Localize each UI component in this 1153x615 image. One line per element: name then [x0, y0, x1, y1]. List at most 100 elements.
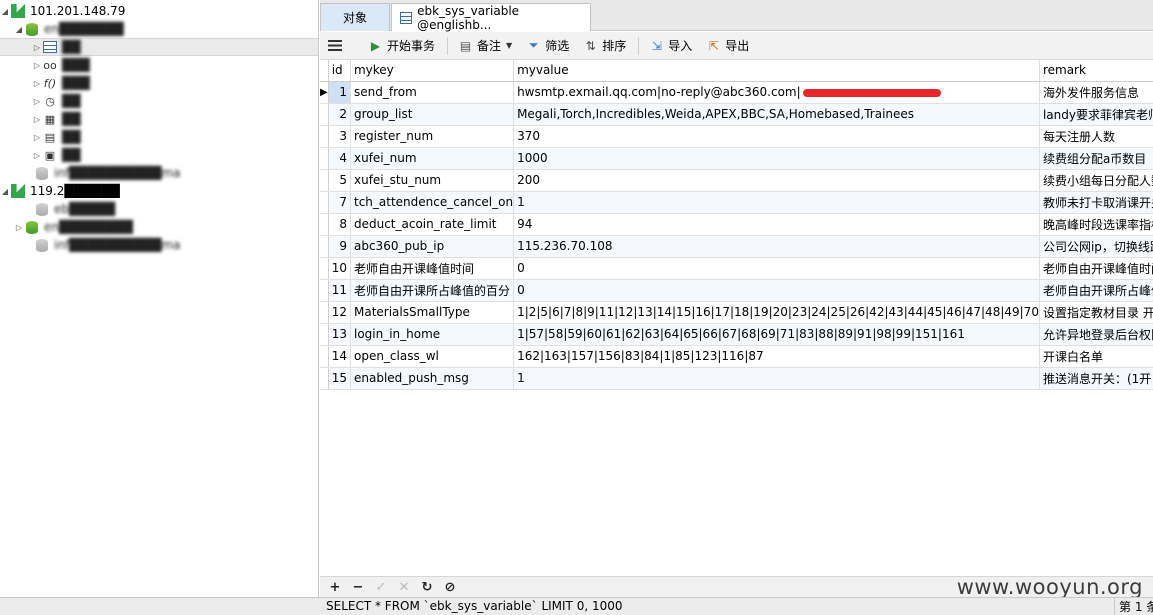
table-row[interactable]: 2 group_list Megali,Torch,Incredibles,Weid…: [320, 103, 1153, 126]
tree-connection-1[interactable]: ◢ 101.201.148.79: [0, 2, 318, 20]
tree-database-2[interactable]: eb█████: [0, 200, 318, 218]
add-record-button[interactable]: +: [326, 579, 344, 595]
tree-database-3[interactable]: ▷ en████████: [0, 218, 318, 236]
cell-remark[interactable]: landy要求菲律宾老师的组名: [1039, 103, 1153, 126]
table-row[interactable]: 14 open_class_wl 162|163|157|156|83|84|1|8…: [320, 345, 1153, 368]
cell-remark[interactable]: 每天注册人数: [1039, 125, 1153, 148]
cell-mykey[interactable]: MaterialsSmallType: [350, 301, 515, 324]
cell-id[interactable]: 12: [328, 301, 351, 324]
cell-id[interactable]: 15: [328, 367, 351, 390]
tab-table-editor[interactable]: ebk_sys_variable @englishb...: [391, 3, 591, 32]
table-row[interactable]: 13 login_in_home 1|57|58|59|60|61|62|63|64…: [320, 323, 1153, 346]
row-selector[interactable]: [320, 147, 329, 170]
tab-objects[interactable]: 对象: [320, 3, 390, 31]
cell-mykey[interactable]: xufei_num: [350, 147, 515, 170]
collapse-arrow-icon[interactable]: ◢: [14, 25, 24, 34]
cell-remark[interactable]: 设置指定教材目录 开放学生: [1039, 301, 1153, 324]
table-row[interactable]: 15 enabled_push_msg 1 推送消息开关：(1开 0关): [320, 367, 1153, 390]
tree-information-schema-2[interactable]: inf██████████ma: [0, 236, 318, 254]
cell-myvalue[interactable]: 1000: [513, 147, 1040, 170]
cell-mykey[interactable]: deduct_acoin_rate_limit: [350, 213, 515, 236]
row-selector[interactable]: [320, 301, 329, 324]
row-selector[interactable]: [320, 191, 329, 214]
expand-arrow-icon[interactable]: ▷: [32, 43, 42, 52]
cell-mykey[interactable]: open_class_wl: [350, 345, 515, 368]
column-header-remark[interactable]: remark: [1039, 60, 1153, 82]
tree-functions-node[interactable]: ▷ f() ███: [0, 74, 318, 92]
refresh-button[interactable]: ↻: [418, 579, 436, 595]
memo-button[interactable]: ▤ 备注 ▼: [454, 34, 516, 58]
cell-mykey[interactable]: abc360_pub_ip: [350, 235, 515, 258]
tree-reports-node[interactable]: ▷ ▤ ██: [0, 128, 318, 146]
expand-arrow-icon[interactable]: ▷: [32, 97, 42, 106]
filter-button[interactable]: ⏷ 筛选: [522, 34, 573, 58]
cell-id[interactable]: 2: [328, 103, 351, 126]
cell-id[interactable]: 8: [328, 213, 351, 236]
cell-remark[interactable]: 公司公网ip，切换线路时需同: [1039, 235, 1153, 258]
cell-id[interactable]: 9: [328, 235, 351, 258]
cell-mykey[interactable]: register_num: [350, 125, 515, 148]
table-row[interactable]: 4 xufei_num 1000 续费组分配a币数目: [320, 147, 1153, 170]
row-selector[interactable]: [320, 103, 329, 126]
cell-id[interactable]: 5: [328, 169, 351, 192]
expand-arrow-icon[interactable]: ▷: [32, 61, 42, 70]
cell-id[interactable]: 1: [328, 81, 351, 104]
expand-arrow-icon[interactable]: ▷: [32, 151, 42, 160]
tree-backups-node[interactable]: ▷ ▣ ██: [0, 146, 318, 164]
cell-myvalue[interactable]: 1: [513, 191, 1040, 214]
cell-remark[interactable]: 推送消息开关：(1开 0关): [1039, 367, 1153, 390]
cell-id[interactable]: 4: [328, 147, 351, 170]
row-selector[interactable]: [320, 169, 329, 192]
table-row[interactable]: 12 MaterialsSmallType 1|2|5|6|7|8|9|11|12|…: [320, 301, 1153, 324]
row-selector[interactable]: [320, 345, 329, 368]
row-selector[interactable]: [320, 323, 329, 346]
stop-button[interactable]: ⊘: [441, 579, 459, 595]
cell-remark[interactable]: 老师自由开课所占峰值的百分: [1039, 279, 1153, 302]
cell-mykey[interactable]: xufei_stu_num: [350, 169, 515, 192]
cell-id[interactable]: 14: [328, 345, 351, 368]
cell-id[interactable]: 10: [328, 257, 351, 280]
cell-remark[interactable]: 续费小组每日分配人数: [1039, 169, 1153, 192]
tree-queries-node[interactable]: ▷ ▦ ██: [0, 110, 318, 128]
cell-mykey[interactable]: enabled_push_msg: [350, 367, 515, 390]
cell-remark[interactable]: 海外发件服务信息: [1039, 81, 1153, 104]
table-row[interactable]: 8 deduct_acoin_rate_limit 94 晚高峰时段选课率指标，若超: [320, 213, 1153, 236]
row-selector[interactable]: [320, 367, 329, 390]
cell-mykey[interactable]: 老师自由开课峰值时间: [350, 257, 515, 280]
row-selector[interactable]: [320, 279, 329, 302]
column-header-id[interactable]: id: [328, 60, 351, 82]
cell-myvalue[interactable]: 200: [513, 169, 1040, 192]
collapse-arrow-icon[interactable]: ◢: [0, 187, 10, 196]
column-header-myvalue[interactable]: myvalue: [513, 60, 1040, 82]
tree-information-schema-1[interactable]: inf██████████ma: [0, 164, 318, 182]
cell-mykey[interactable]: tch_attendence_cancel_on: [350, 191, 515, 214]
expand-arrow-icon[interactable]: ▷: [14, 223, 24, 232]
cell-remark[interactable]: 允许异地登录后台权限组: [1039, 323, 1153, 346]
apply-changes-button[interactable]: ✓: [372, 579, 390, 595]
column-header-mykey[interactable]: mykey: [350, 60, 515, 82]
import-button[interactable]: ⇲ 导入: [645, 34, 696, 58]
cell-myvalue[interactable]: 0: [513, 279, 1040, 302]
cell-myvalue[interactable]: 370: [513, 125, 1040, 148]
tree-views-node[interactable]: ▷ oo ███: [0, 56, 318, 74]
row-selector[interactable]: [320, 125, 329, 148]
cell-myvalue[interactable]: 0: [513, 257, 1040, 280]
table-row[interactable]: 3 register_num 370 每天注册人数: [320, 125, 1153, 148]
row-selector[interactable]: [320, 213, 329, 236]
delete-record-button[interactable]: −: [349, 579, 367, 595]
tree-database-1[interactable]: ◢ en███████: [0, 20, 318, 38]
cell-myvalue[interactable]: 162|163|157|156|83|84|1|85|123|116|87: [513, 345, 1040, 368]
cell-id[interactable]: 13: [328, 323, 351, 346]
cell-myvalue[interactable]: 115.236.70.108: [513, 235, 1040, 258]
collapse-arrow-icon[interactable]: ◢: [0, 7, 10, 16]
tree-events-node[interactable]: ▷ ◷ ██: [0, 92, 318, 110]
cell-myvalue[interactable]: hwsmtp.exmail.qq.com|no-reply@abc360.com…: [513, 81, 1040, 104]
table-row[interactable]: 10 老师自由开课峰值时间 0 老师自由开课峰值时间【重要: [320, 257, 1153, 280]
expand-arrow-icon[interactable]: ▷: [32, 79, 42, 88]
cell-mykey[interactable]: login_in_home: [350, 323, 515, 346]
row-selector[interactable]: [320, 257, 329, 280]
table-row[interactable]: ▶ 1 send_from hwsmtp.exmail.qq.com|no-reply…: [320, 81, 1153, 104]
cell-remark[interactable]: 开课白名单: [1039, 345, 1153, 368]
cell-id[interactable]: 11: [328, 279, 351, 302]
cell-myvalue[interactable]: 1|57|58|59|60|61|62|63|64|65|66|67|68|69…: [513, 323, 1040, 346]
